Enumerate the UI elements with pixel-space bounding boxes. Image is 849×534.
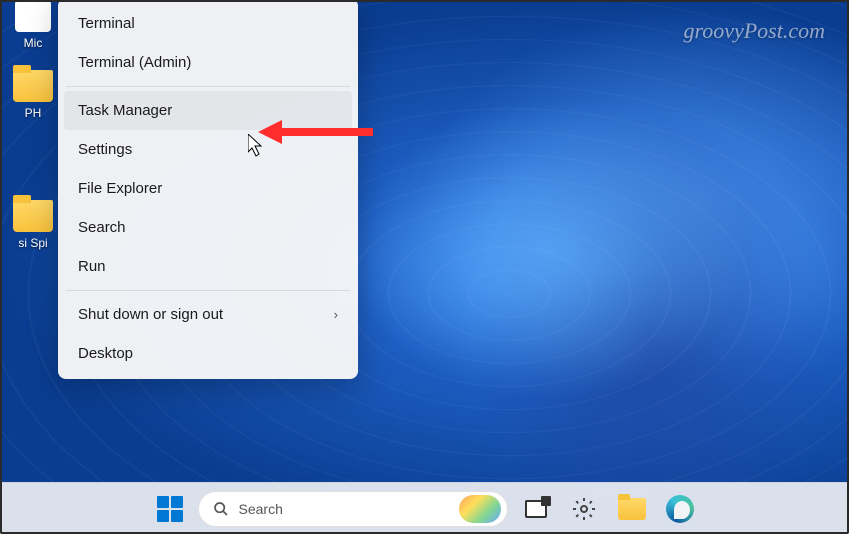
menu-item-label: Task Manager bbox=[78, 102, 172, 119]
folder-icon bbox=[13, 70, 53, 102]
menu-item-settings[interactable]: Settings bbox=[64, 130, 352, 169]
menu-item-label: Desktop bbox=[78, 345, 133, 362]
edge-icon bbox=[666, 495, 694, 523]
task-view-button[interactable] bbox=[516, 489, 556, 529]
taskbar-search-box[interactable]: Search bbox=[198, 491, 508, 527]
desktop[interactable]: groovyPost.com Mic PH si Spi Terminal Te… bbox=[0, 0, 849, 534]
menu-item-label: Run bbox=[78, 258, 106, 275]
taskbar: Search bbox=[0, 482, 849, 534]
menu-item-label: Terminal bbox=[78, 15, 135, 32]
folder-icon bbox=[618, 498, 646, 520]
folder-icon bbox=[13, 200, 53, 232]
desktop-icons-column: Mic PH si Spi bbox=[10, 0, 56, 250]
search-icon bbox=[213, 501, 229, 517]
menu-item-desktop[interactable]: Desktop bbox=[64, 334, 352, 373]
menu-item-shutdown[interactable]: Shut down or sign out › bbox=[64, 295, 352, 334]
desktop-icon[interactable]: PH bbox=[10, 70, 56, 120]
winx-context-menu: Terminal Terminal (Admin) Task Manager S… bbox=[58, 0, 358, 379]
search-highlight-art bbox=[459, 495, 501, 523]
desktop-icon[interactable]: Mic bbox=[10, 0, 56, 50]
menu-item-label: Search bbox=[78, 219, 126, 236]
desktop-icon-label: Mic bbox=[24, 36, 43, 50]
menu-item-task-manager[interactable]: Task Manager bbox=[64, 91, 352, 130]
menu-item-terminal[interactable]: Terminal bbox=[64, 4, 352, 43]
chevron-right-icon: › bbox=[334, 307, 338, 322]
menu-item-terminal-admin[interactable]: Terminal (Admin) bbox=[64, 43, 352, 82]
watermark-text: groovyPost.com bbox=[683, 18, 825, 44]
menu-separator bbox=[66, 290, 350, 291]
desktop-icon[interactable]: si Spi bbox=[10, 200, 56, 250]
taskbar-settings-button[interactable] bbox=[564, 489, 604, 529]
document-icon bbox=[15, 0, 51, 32]
desktop-icon-label: si Spi bbox=[18, 236, 47, 250]
search-placeholder: Search bbox=[239, 501, 493, 517]
taskbar-edge-button[interactable] bbox=[660, 489, 700, 529]
desktop-icon-label: PH bbox=[25, 106, 42, 120]
menu-separator bbox=[66, 86, 350, 87]
menu-item-run[interactable]: Run bbox=[64, 247, 352, 286]
gear-icon bbox=[572, 497, 596, 521]
menu-item-label: File Explorer bbox=[78, 180, 162, 197]
windows-logo-icon bbox=[157, 496, 183, 522]
menu-item-label: Settings bbox=[78, 141, 132, 158]
start-button[interactable] bbox=[150, 489, 190, 529]
menu-item-search[interactable]: Search bbox=[64, 208, 352, 247]
menu-item-label: Shut down or sign out bbox=[78, 306, 223, 323]
task-view-icon bbox=[525, 500, 547, 518]
menu-item-file-explorer[interactable]: File Explorer bbox=[64, 169, 352, 208]
taskbar-file-explorer-button[interactable] bbox=[612, 489, 652, 529]
menu-item-label: Terminal (Admin) bbox=[78, 54, 191, 71]
